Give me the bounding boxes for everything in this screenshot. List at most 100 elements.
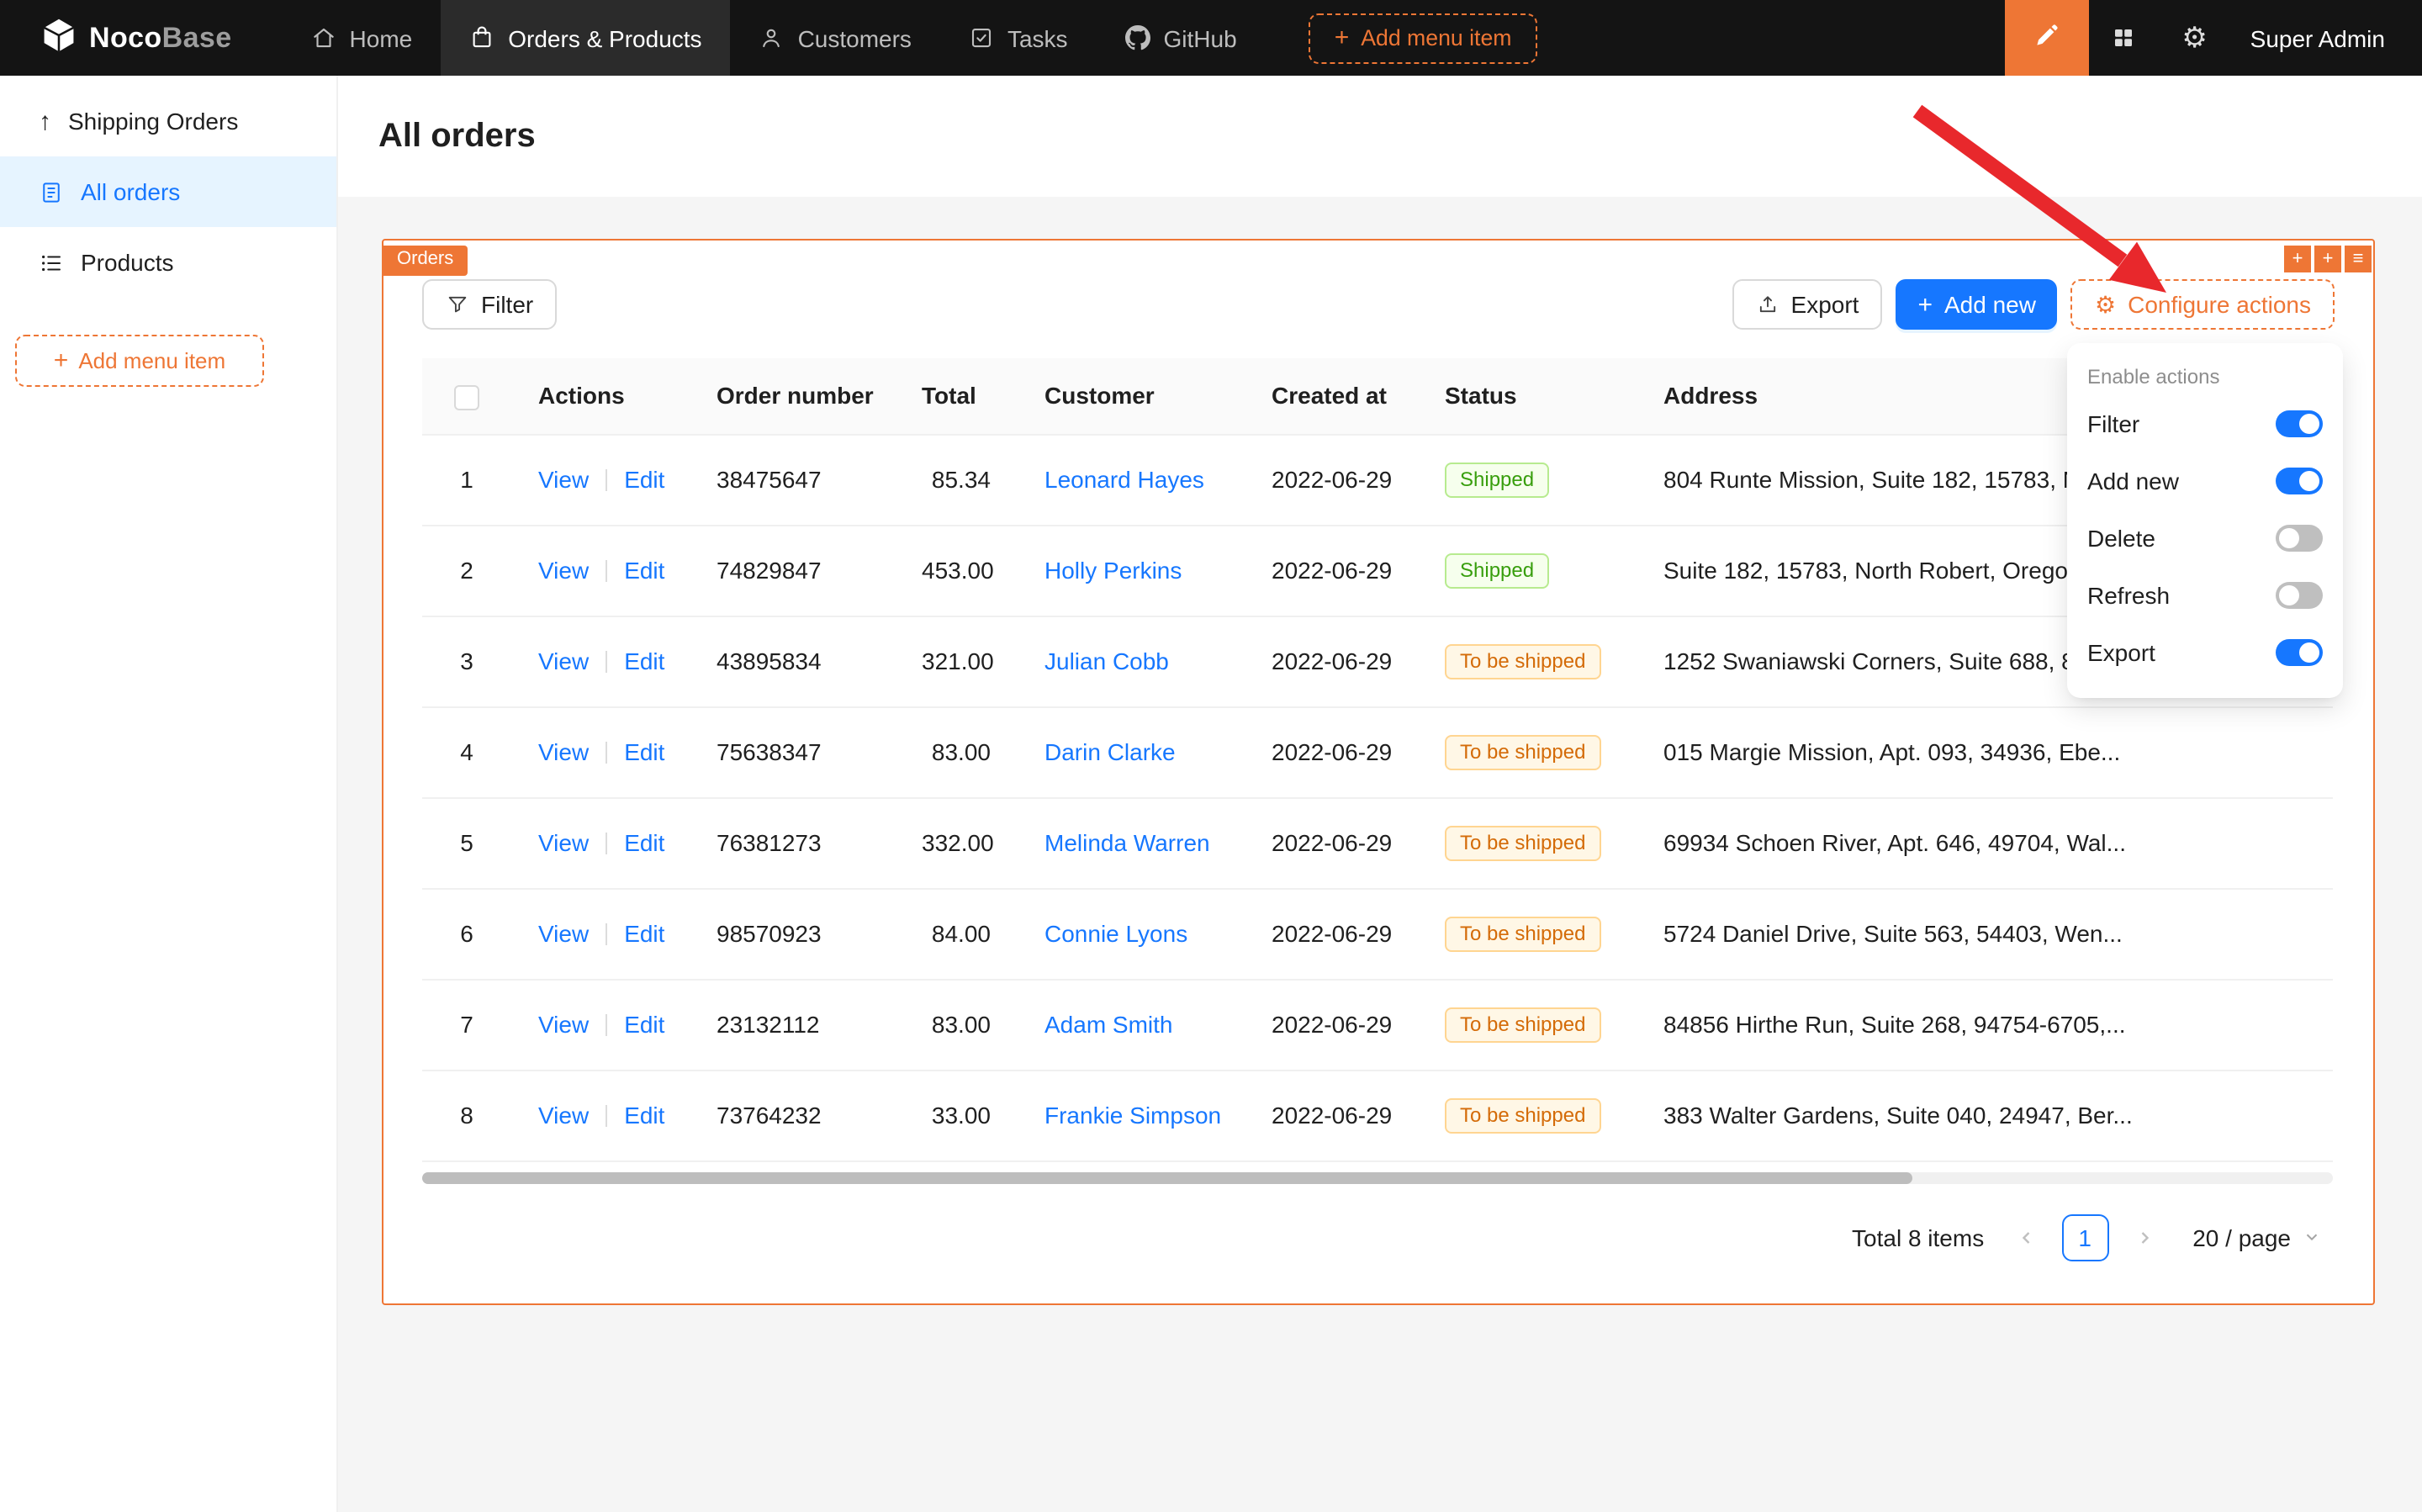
designer-plus-icon[interactable]: + [2314, 246, 2341, 272]
edit-link[interactable]: Edit [624, 558, 664, 584]
page-size-select[interactable]: 20 / page [2179, 1214, 2335, 1261]
actions-cell: View Edit [511, 980, 690, 1071]
designer-toolbar: + + ≡ [2284, 246, 2372, 272]
row-index-cell: 8 [422, 1071, 511, 1161]
customer-link[interactable]: Melinda Warren [1044, 830, 1210, 857]
customer-link[interactable]: Frankie Simpson [1044, 1102, 1221, 1129]
plus-icon: + [54, 348, 69, 373]
created-at-cell: 2022-06-29 [1245, 1071, 1418, 1161]
view-link[interactable]: View [538, 830, 589, 857]
dropdown-item-add-new[interactable]: Add new [2087, 452, 2323, 510]
page-title: All orders [378, 117, 536, 156]
status-badge: To be shipped [1445, 1007, 1600, 1043]
view-link[interactable]: View [538, 558, 589, 584]
table-row: 4 ViewEdit 75638347 83.00 Darin Clarke 2… [422, 707, 2333, 798]
toggle-switch[interactable] [2276, 410, 2323, 437]
nocobase-logo[interactable]: NocoBase [0, 0, 232, 76]
designer-menu-icon[interactable]: ≡ [2345, 246, 2372, 272]
divider [606, 652, 607, 674]
edit-link[interactable]: Edit [624, 1012, 664, 1039]
customer-link[interactable]: Holly Perkins [1044, 558, 1182, 584]
status-cell: To be shipped [1418, 1071, 1637, 1161]
designer-add-icon[interactable]: + [2284, 246, 2311, 272]
created-at-cell: 2022-06-29 [1245, 889, 1418, 980]
total-cell: 83.00 [895, 980, 1018, 1071]
edit-link[interactable]: Edit [624, 467, 664, 494]
edit-link[interactable]: Edit [624, 830, 664, 857]
customer-link[interactable]: Julian Cobb [1044, 648, 1169, 675]
user-menu[interactable]: Super Admin [2230, 0, 2422, 76]
dropdown-title: Enable actions [2087, 357, 2323, 395]
nav-item-home[interactable]: Home [283, 0, 442, 76]
table-row: 5 ViewEdit 76381273 332.00 Melinda Warre… [422, 798, 2333, 889]
dropdown-item-refresh[interactable]: Refresh [2087, 567, 2323, 624]
view-link[interactable]: View [538, 739, 589, 766]
view-link[interactable]: View [538, 1102, 589, 1129]
nav-item-tasks[interactable]: Tasks [940, 0, 1097, 76]
order-number-cell: 76381273 [690, 798, 895, 889]
edit-link[interactable]: Edit [624, 921, 664, 948]
select-all-checkbox[interactable] [454, 385, 479, 410]
view-link[interactable]: View [538, 467, 589, 494]
view-link[interactable]: View [538, 921, 589, 948]
view-link[interactable]: View [538, 648, 589, 675]
nav-item-orders-products[interactable]: Orders & Products [441, 0, 730, 76]
edit-link[interactable]: Edit [624, 739, 664, 766]
scrollbar-thumb[interactable] [422, 1172, 1912, 1184]
customer-cell: Melinda Warren [1018, 798, 1245, 889]
enable-actions-dropdown: Enable actions Filter Add new Delete Ref… [2067, 343, 2343, 698]
nav-item-github[interactable]: GitHub [1097, 0, 1266, 76]
row-index: 1 [460, 467, 473, 494]
settings-button[interactable]: ⚙ [2160, 0, 2230, 76]
toggle-switch[interactable] [2276, 468, 2323, 494]
highlighter-icon [2033, 21, 2061, 55]
customer-link[interactable]: Adam Smith [1044, 1012, 1173, 1039]
sidebar-item-all-orders[interactable]: All orders [0, 156, 336, 227]
dropdown-item-filter[interactable]: Filter [2087, 395, 2323, 452]
order-number-cell: 98570923 [690, 889, 895, 980]
actions-cell: View Edit [511, 798, 690, 889]
table-row: 6 ViewEdit 98570923 84.00 Connie Lyons 2… [422, 889, 2333, 980]
customer-link[interactable]: Connie Lyons [1044, 921, 1187, 948]
nav-item-label: Orders & Products [508, 24, 701, 51]
pagination: Total 8 items 1 20 / page [422, 1211, 2335, 1265]
sidebar-add-menu-item-button[interactable]: + Add menu item [15, 335, 264, 387]
edit-link[interactable]: Edit [624, 1102, 664, 1129]
export-icon [1756, 293, 1779, 316]
edit-link[interactable]: Edit [624, 648, 664, 675]
dropdown-item-delete[interactable]: Delete [2087, 510, 2323, 567]
sidebar-item-shipping-orders[interactable]: ↑ Shipping Orders [0, 86, 336, 156]
dropdown-item-export[interactable]: Export [2087, 624, 2323, 681]
nav-item-customers[interactable]: Customers [731, 0, 940, 76]
export-button[interactable]: Export [1732, 279, 1883, 330]
next-page-button[interactable] [2122, 1216, 2166, 1260]
plugin-manager-button[interactable] [2089, 0, 2160, 76]
status-cell: Shipped [1418, 435, 1637, 526]
status-badge: To be shipped [1445, 644, 1600, 679]
row-index: 7 [460, 1012, 473, 1039]
filter-button[interactable]: Filter [422, 279, 557, 330]
toggle-switch[interactable] [2276, 525, 2323, 552]
prev-page-button[interactable] [2004, 1216, 2048, 1260]
filter-icon [446, 293, 469, 316]
order-number-cell: 43895834 [690, 616, 895, 707]
chevron-right-icon [2134, 1228, 2154, 1248]
toggle-switch[interactable] [2276, 582, 2323, 609]
configure-actions-button[interactable]: ⚙ Configure actions [2071, 279, 2335, 330]
order-number-cell: 73764232 [690, 1071, 895, 1161]
ui-editor-button[interactable] [2005, 0, 2089, 76]
customer-cell: Leonard Hayes [1018, 435, 1245, 526]
created-at-cell: 2022-06-29 [1245, 616, 1418, 707]
chevron-down-icon [2303, 1229, 2321, 1247]
customer-link[interactable]: Darin Clarke [1044, 739, 1176, 766]
main-content: All orders Orders + + ≡ Filter [338, 76, 2422, 1512]
toggle-switch[interactable] [2276, 639, 2323, 666]
status-cell: To be shipped [1418, 798, 1637, 889]
customer-cell: Holly Perkins [1018, 526, 1245, 616]
add-menu-item-button[interactable]: + Add menu item [1309, 13, 1537, 63]
view-link[interactable]: View [538, 1012, 589, 1039]
page-1-button[interactable]: 1 [2061, 1214, 2108, 1261]
customer-link[interactable]: Leonard Hayes [1044, 467, 1204, 494]
add-new-button[interactable]: + Add new [1896, 279, 2058, 330]
sidebar-item-products[interactable]: Products [0, 227, 336, 298]
